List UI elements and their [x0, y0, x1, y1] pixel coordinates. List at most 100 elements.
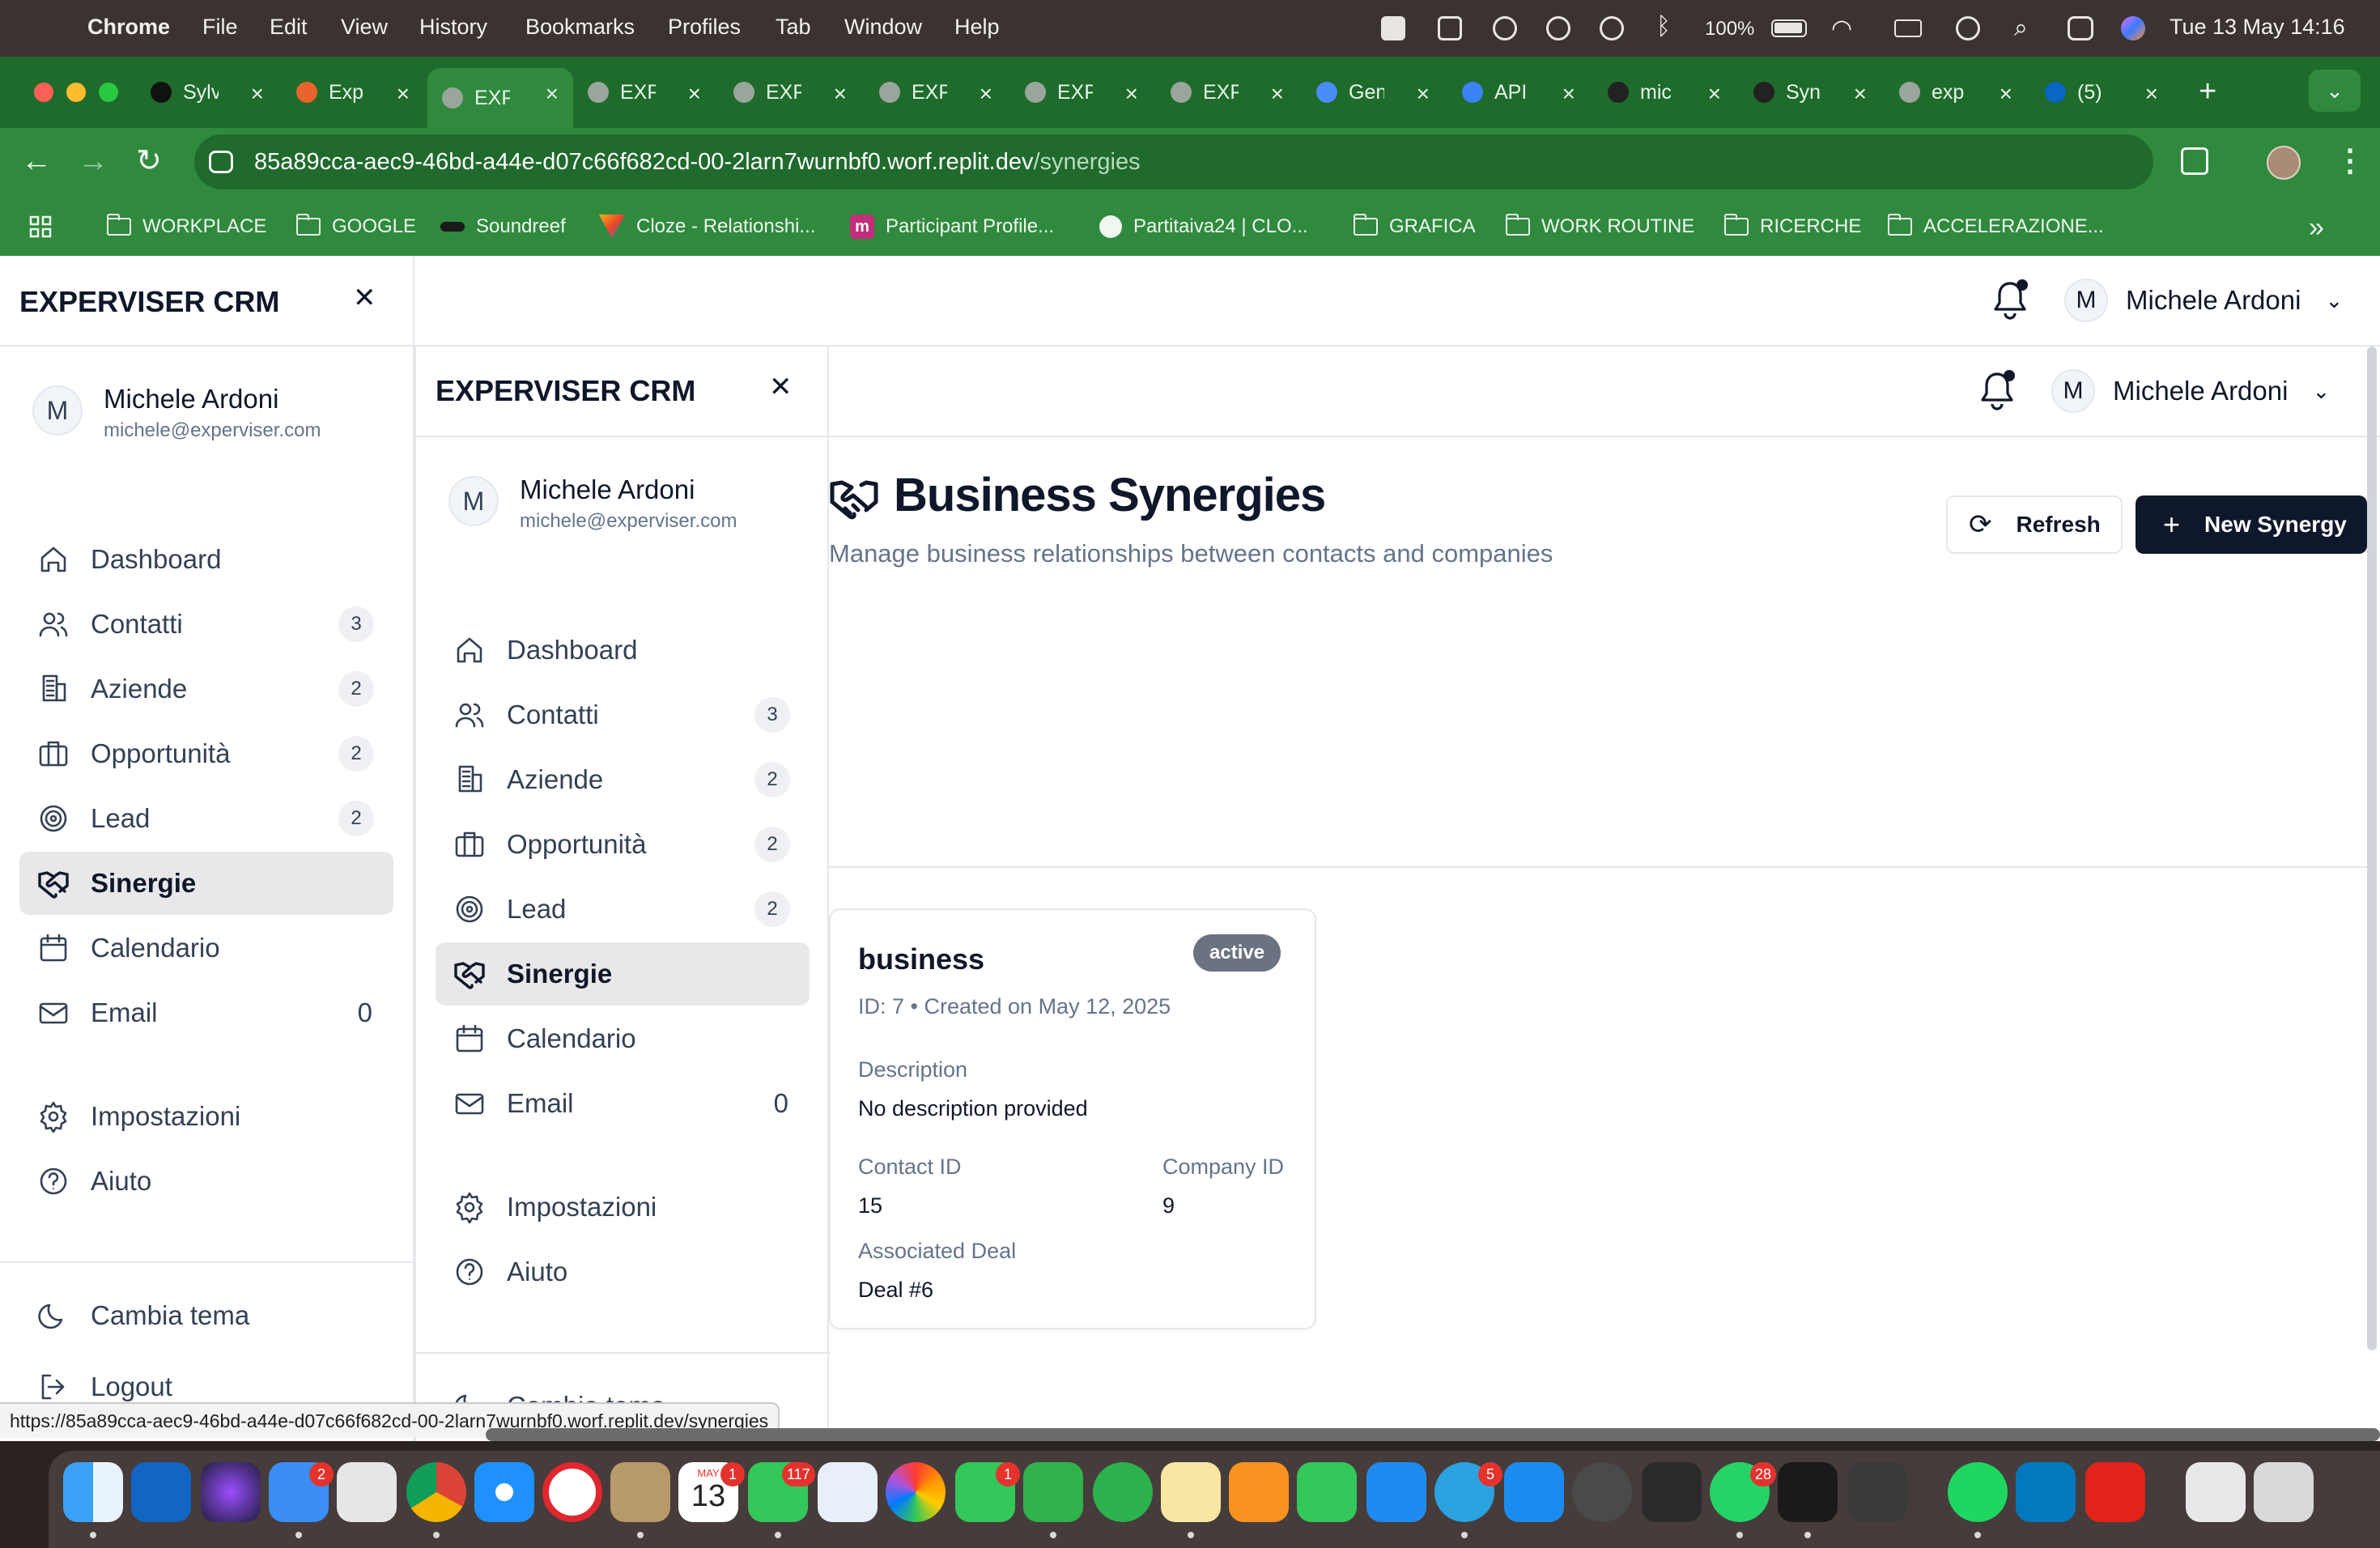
tab-close-icon[interactable]: ×: [834, 81, 847, 107]
bookmark-folder-accelerazione[interactable]: ACCELERAZIONE...: [1888, 198, 2104, 256]
play-icon[interactable]: [1546, 16, 1570, 40]
address-bar[interactable]: 85a89cca-aec9-46bd-a44e-d07c66f682cd-00-…: [194, 134, 2153, 189]
sidebar-item-opportunit[interactable]: Opportunità 2: [436, 813, 810, 876]
launchpad-icon[interactable]: [337, 1462, 397, 1522]
new-synergy-button[interactable]: + New Synergy: [2136, 495, 2367, 554]
tab-close-icon[interactable]: ×: [1562, 81, 1575, 107]
tab-close-icon[interactable]: ×: [1854, 81, 1867, 107]
airdrop-icon[interactable]: [1600, 16, 1624, 40]
tab-close-icon[interactable]: ×: [980, 81, 992, 107]
battery-icon[interactable]: [1771, 19, 1807, 37]
browser-tab[interactable]: Gen ×: [1316, 68, 1430, 117]
menu-app-name[interactable]: Chrome: [87, 15, 170, 40]
tab-close-icon[interactable]: ×: [546, 81, 559, 107]
sidebar-item-email[interactable]: Email 0: [436, 1072, 810, 1135]
menu-help[interactable]: Help: [954, 15, 1000, 40]
menu-tab[interactable]: Tab: [776, 15, 811, 40]
sidebar-item-cambia-tema[interactable]: Cambia tema: [19, 1284, 393, 1347]
dropbox-icon[interactable]: [1381, 16, 1405, 40]
menu-file[interactable]: File: [202, 15, 238, 40]
system-settings-icon[interactable]: [1572, 1462, 1632, 1522]
keyboard-icon[interactable]: [1894, 19, 1922, 37]
back-icon[interactable]: ←: [21, 144, 52, 179]
openai-icon[interactable]: [1493, 16, 1517, 40]
control-center-icon[interactable]: [2068, 16, 2093, 40]
sidebar-item-sinergie[interactable]: Sinergie: [436, 942, 810, 1006]
safari-icon[interactable]: [474, 1462, 534, 1522]
browser-tab[interactable]: Syn ×: [1753, 68, 1867, 117]
sidebar-item-sinergie[interactable]: Sinergie: [19, 852, 393, 915]
acrobat-icon[interactable]: [2085, 1462, 2145, 1522]
bookmark-folder-grafica[interactable]: GRAFICA: [1354, 198, 1476, 256]
iphone-mirroring-icon[interactable]: [1847, 1462, 1907, 1522]
browser-tab[interactable]: EXP ×: [879, 68, 992, 117]
window-close-button[interactable]: [34, 83, 53, 102]
drive-icon[interactable]: [1438, 16, 1462, 40]
sidebar-item-opportunit[interactable]: Opportunità 2: [19, 722, 393, 785]
evernote-icon[interactable]: [1093, 1462, 1153, 1522]
downloads-stack-icon[interactable]: [2186, 1462, 2246, 1522]
tab-close-icon[interactable]: ×: [397, 81, 410, 107]
pages-icon[interactable]: [1229, 1462, 1289, 1522]
notifications-bell-icon[interactable]: [1977, 369, 2017, 413]
browser-tab[interactable]: EXP ×: [1171, 68, 1284, 117]
menu-view[interactable]: View: [341, 15, 388, 40]
browser-tab[interactable]: EXP ×: [1025, 68, 1138, 117]
menu-bookmarks[interactable]: Bookmarks: [525, 15, 635, 40]
phone-icon[interactable]: [1642, 1462, 1702, 1522]
sidebar-item-contatti[interactable]: Contatti 3: [19, 593, 393, 656]
sidebar-item-lead[interactable]: Lead 2: [436, 878, 810, 941]
menubar-clock[interactable]: Tue 13 May 14:16: [2170, 15, 2345, 40]
tab-search-button[interactable]: ⌄: [2309, 70, 2361, 112]
notifications-bell-icon[interactable]: [1990, 279, 2030, 322]
synergy-card[interactable]: business active ID: 7 • Created on May 1…: [829, 908, 1316, 1329]
sidebar-item-aiuto[interactable]: Aiuto: [19, 1150, 393, 1213]
sidebar-item-dashboard[interactable]: Dashboard: [19, 528, 393, 591]
siri-app-icon[interactable]: [201, 1462, 261, 1522]
sidebar-item-impostazioni[interactable]: Impostazioni: [436, 1176, 810, 1239]
extensions-icon[interactable]: [2181, 147, 2208, 175]
window-zoom-button[interactable]: [99, 83, 118, 102]
siri-icon[interactable]: [2121, 16, 2145, 40]
contacts-icon[interactable]: [610, 1462, 670, 1522]
bookmark-folder-work-routine[interactable]: WORK ROUTINE: [1506, 198, 1694, 256]
new-tab-button[interactable]: +: [2199, 74, 2216, 109]
more-bookmarks-icon[interactable]: »: [2309, 212, 2324, 244]
chrome-icon[interactable]: [406, 1462, 466, 1522]
sidebar-item-calendario[interactable]: Calendario: [19, 916, 393, 980]
site-info-icon[interactable]: [209, 151, 233, 173]
bookmark-folder-ricerche[interactable]: RICERCHE: [1724, 198, 1861, 256]
finder-icon[interactable]: [63, 1462, 123, 1522]
menu-window[interactable]: Window: [844, 15, 922, 40]
sidebar-item-aiuto[interactable]: Aiuto: [436, 1240, 810, 1303]
user-menu[interactable]: M Michele Ardoni ⌄: [2051, 369, 2330, 413]
sidebar-item-impostazioni[interactable]: Impostazioni: [19, 1085, 393, 1148]
bookmark-folder-workplace[interactable]: WORKPLACE: [107, 198, 266, 256]
browser-tab[interactable]: exp ×: [1899, 68, 2012, 117]
search-icon[interactable]: ⌕: [2014, 15, 2028, 42]
photos-icon[interactable]: [886, 1462, 946, 1522]
bluetooth-icon[interactable]: ᛒ: [1656, 13, 1671, 40]
sidebar-item-contatti[interactable]: Contatti 3: [436, 683, 810, 746]
sidebar-item-calendario[interactable]: Calendario: [436, 1007, 810, 1070]
app-store-icon[interactable]: [1504, 1462, 1564, 1522]
numbers-icon[interactable]: [1297, 1462, 1357, 1522]
tab-close-icon[interactable]: ×: [1417, 81, 1430, 107]
tab-close-icon[interactable]: ×: [1271, 81, 1284, 107]
bookmark-soundreef[interactable]: Soundreef: [440, 198, 566, 256]
chat-icon[interactable]: [1023, 1462, 1083, 1522]
browser-tab[interactable]: API ×: [1462, 68, 1575, 117]
apps-grid-icon[interactable]: [29, 215, 52, 238]
window-minimize-button[interactable]: [66, 83, 86, 102]
browser-tab[interactable]: Sylv ×: [151, 68, 264, 117]
sidebar-item-email[interactable]: Email 0: [19, 981, 393, 1044]
horizontal-scrollbar[interactable]: [486, 1428, 2380, 1441]
sidebar-item-aziende[interactable]: Aziende 2: [436, 748, 810, 811]
refresh-button[interactable]: ⟳ Refresh: [1946, 495, 2123, 554]
chatgpt-icon[interactable]: [1778, 1462, 1838, 1522]
close-sidebar-button[interactable]: ✕: [769, 371, 793, 403]
tab-close-icon[interactable]: ×: [1708, 81, 1721, 107]
sidebar-item-dashboard[interactable]: Dashboard: [436, 619, 810, 682]
bookmark-cloze[interactable]: Cloze - Relationshi...: [599, 198, 815, 256]
bookmark-participant-profile[interactable]: m Participant Profile...: [850, 198, 1054, 256]
